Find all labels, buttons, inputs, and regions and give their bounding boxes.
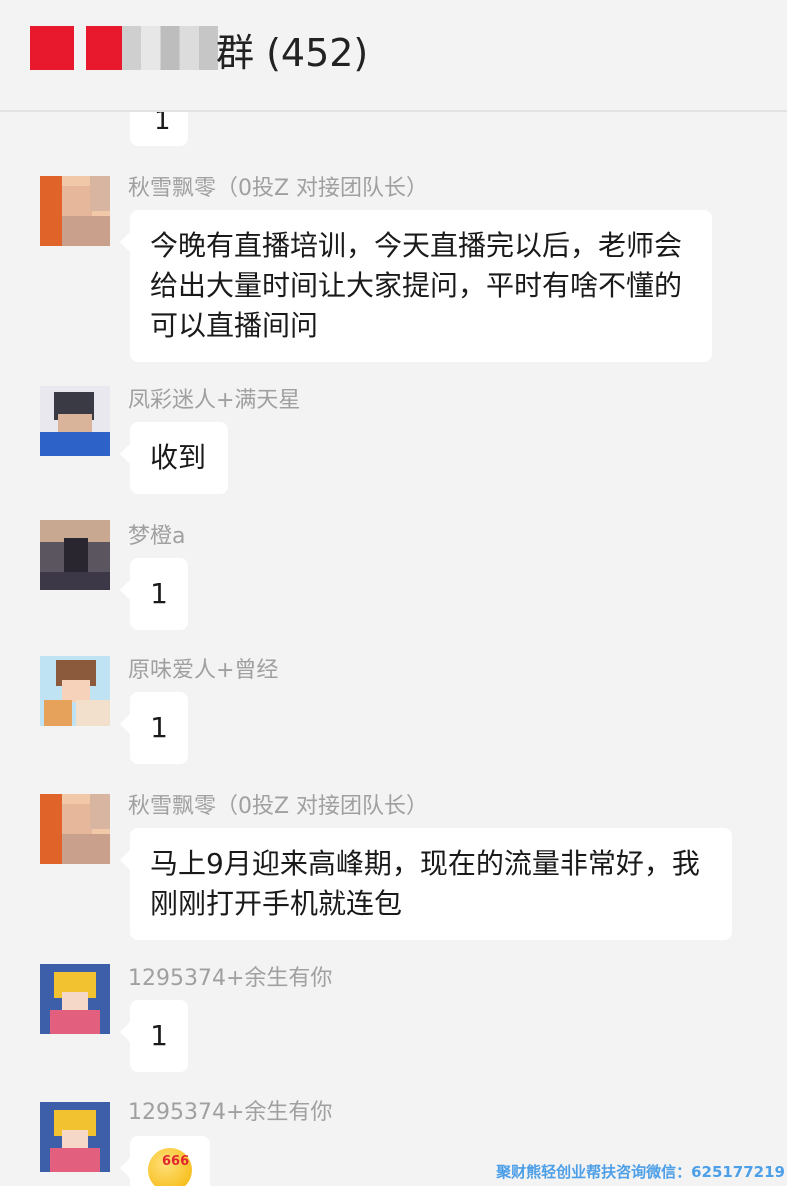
avatar[interactable] — [40, 176, 110, 246]
emoji-666-icon: 666 — [148, 1148, 192, 1186]
message-bubble[interactable]: 马上9月迎来高峰期，现在的流量非常好，我 刚刚打开手机就连包 — [120, 828, 732, 940]
avatar[interactable] — [40, 656, 110, 726]
avatar[interactable] — [40, 386, 110, 456]
message-text: 收到 — [150, 441, 207, 474]
avatar[interactable] — [40, 794, 110, 864]
message-text: 给出大量时间让大家提问，平时有啥不懂的 — [150, 269, 683, 302]
sender-name: 1295374+余生有你 — [128, 966, 333, 991]
message-bubble[interactable]: 今晚有直播培训，今天直播完以后，老师会 给出大量时间让大家提问，平时有啥不懂的 … — [120, 210, 712, 362]
sender-name: 1295374+余生有你 — [128, 1100, 333, 1125]
message-text: 1 — [150, 577, 168, 610]
message-bubble[interactable]: 1 — [120, 692, 188, 764]
avatar[interactable] — [40, 964, 110, 1034]
sender-name: 凤彩迷人+满天星 — [128, 388, 301, 413]
message-text: 马上9月迎来高峰期，现在的流量非常好，我 — [150, 847, 700, 880]
avatar[interactable] — [40, 520, 110, 590]
chat-header: 群 (452) — [0, 0, 787, 112]
watermark-text: 聚财熊轻创业帮扶咨询微信：625177219 — [496, 1163, 785, 1181]
message-text: 1 — [150, 711, 168, 744]
sender-name: 原味爱人+曾经 — [128, 658, 279, 683]
sender-name: 秋雪飘零（0投Z 对接团队长） — [128, 794, 429, 819]
message-bubble[interactable]: 1 — [120, 558, 188, 630]
group-title[interactable]: 群 (452) — [216, 22, 368, 77]
redacted-block — [122, 26, 218, 70]
emoji-label: 666 — [162, 1154, 190, 1169]
message-text: 今晚有直播培训，今天直播完以后，老师会 — [150, 229, 683, 262]
sender-name: 秋雪飘零（0投Z 对接团队长） — [128, 176, 429, 201]
message-bubble[interactable]: 1 — [120, 1000, 188, 1072]
message-text: 可以直播间问 — [150, 309, 319, 342]
message-bubble[interactable]: 收到 — [120, 422, 228, 494]
redacted-block — [30, 26, 74, 70]
message-text: 刚刚打开手机就连包 — [150, 887, 403, 920]
partial-message-bubble[interactable]: 1 — [130, 106, 188, 146]
sender-name: 梦橙a — [128, 524, 186, 549]
avatar[interactable] — [40, 1102, 110, 1172]
redacted-block — [86, 26, 122, 70]
message-text: 1 — [150, 1019, 168, 1052]
message-bubble[interactable]: 666 — [120, 1136, 210, 1186]
